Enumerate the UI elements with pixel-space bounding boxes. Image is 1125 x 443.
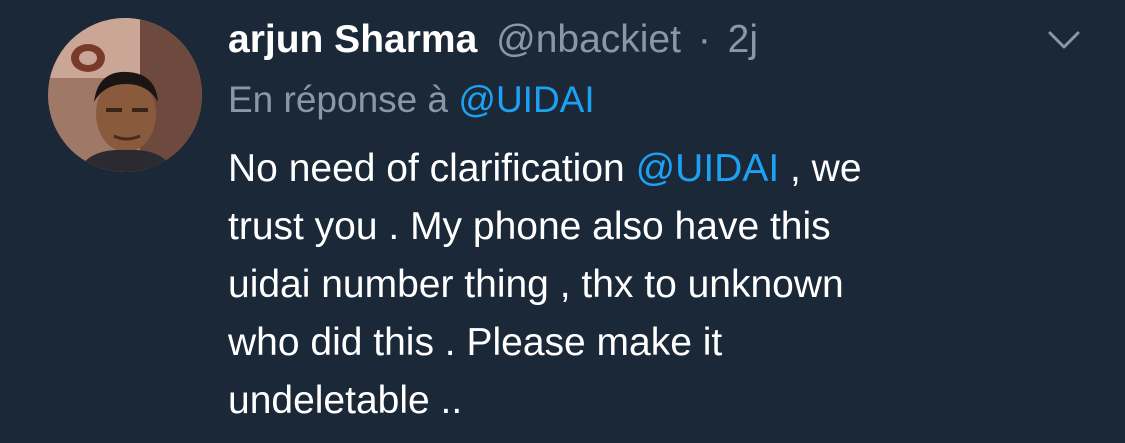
author-handle[interactable]: @nbackiet: [496, 18, 681, 61]
reply-prefix: En réponse à: [228, 79, 449, 120]
tweet-text-segment: No need of clarification: [228, 147, 636, 190]
separator-dot: ·: [697, 18, 711, 61]
tweet-line-4: who did this . Please make it: [228, 321, 723, 364]
tweet-line-1: No need of clarification @UIDAI , we: [228, 140, 1098, 198]
chevron-down-icon[interactable]: [1044, 24, 1084, 54]
tweet-line-2: trust you . My phone also have this: [228, 205, 831, 248]
tweet-text-segment: , we: [779, 147, 862, 190]
tweet-line-5: undeletable ..: [228, 379, 463, 422]
reply-mention-link[interactable]: @UIDAI: [458, 79, 594, 120]
avatar[interactable]: [48, 18, 202, 172]
tweet-text: No need of clarification @UIDAI , we tru…: [228, 140, 1098, 430]
avatar-image: [48, 18, 202, 172]
author-name[interactable]: arjun Sharma: [228, 18, 477, 61]
tweet-card[interactable]: arjun Sharma @nbackiet · 2j En réponse à…: [0, 0, 1125, 443]
reply-context: En réponse à @UIDAI: [228, 73, 595, 127]
timestamp[interactable]: 2j: [728, 18, 758, 61]
tweet-header: arjun Sharma @nbackiet · 2j: [228, 12, 758, 68]
mention-link[interactable]: @UIDAI: [636, 147, 780, 190]
tweet-line-3: uidai number thing , thx to unknown: [228, 263, 844, 306]
